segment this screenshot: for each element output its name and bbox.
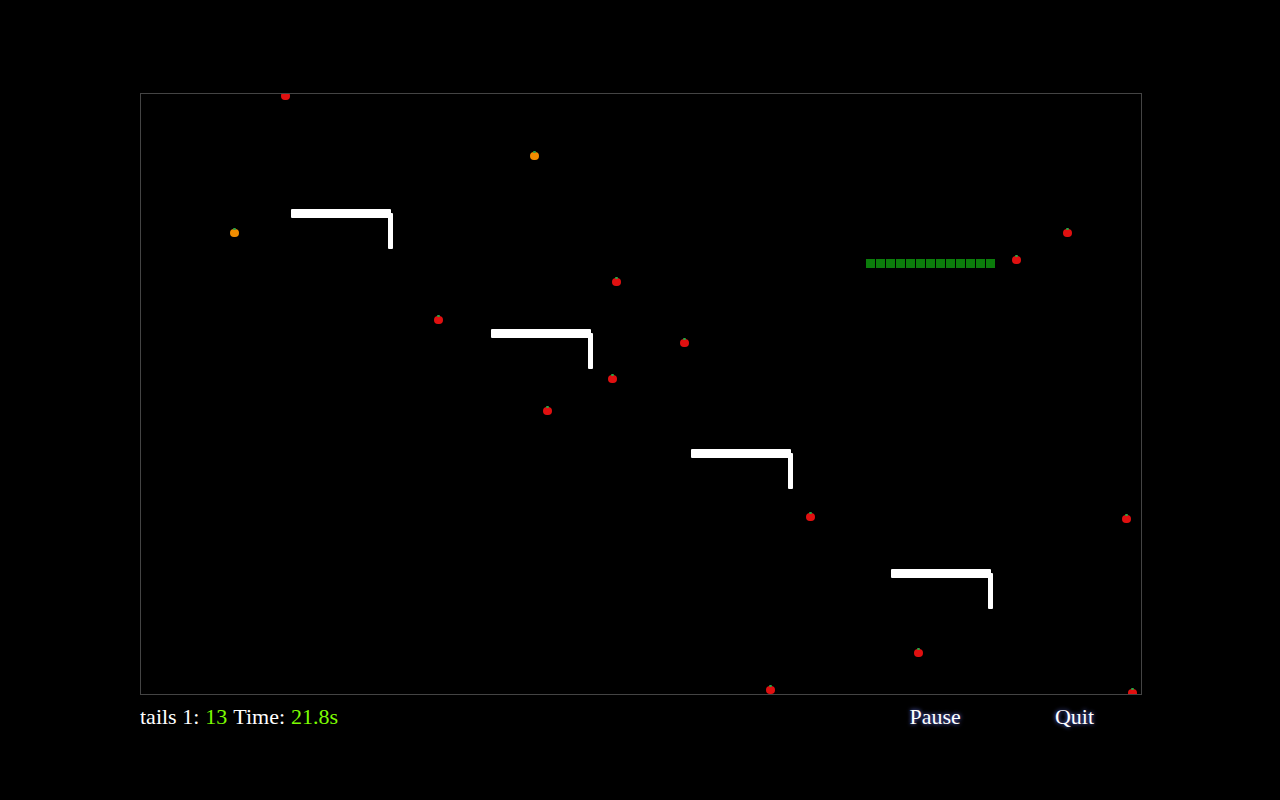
wall — [491, 329, 591, 338]
quit-button[interactable]: Quit — [1055, 699, 1094, 735]
tails-label: tails 1: — [140, 699, 199, 735]
wall — [988, 573, 993, 609]
wall — [388, 213, 393, 249]
snake-segment — [866, 259, 875, 268]
apple-icon — [1063, 228, 1072, 237]
orange-icon — [230, 228, 239, 237]
snake-segment — [886, 259, 895, 268]
snake-segment — [956, 259, 965, 268]
snake-segment — [966, 259, 975, 268]
apple-icon — [281, 93, 290, 100]
wall — [691, 449, 791, 458]
status-line: tails 1: 13 Time: 21.8s — [140, 699, 338, 735]
apple-icon — [1122, 514, 1131, 523]
apple-icon — [1012, 255, 1021, 264]
apple-icon — [612, 277, 621, 286]
time-label: Time: — [233, 699, 285, 735]
apple-icon — [434, 315, 443, 324]
wall — [588, 333, 593, 369]
snake-segment — [986, 259, 995, 268]
snake-segment — [906, 259, 915, 268]
snake-segment — [936, 259, 945, 268]
orange-icon — [530, 151, 539, 160]
snake-segment — [976, 259, 985, 268]
snake-segment — [946, 259, 955, 268]
apple-icon — [1128, 688, 1137, 695]
game-board — [140, 93, 1142, 695]
apple-icon — [543, 406, 552, 415]
snake-segment — [926, 259, 935, 268]
apple-icon — [608, 374, 617, 383]
tails-count: 13 — [205, 699, 227, 735]
snake-segment — [876, 259, 885, 268]
wall — [788, 453, 793, 489]
snake-segment — [916, 259, 925, 268]
apple-icon — [914, 648, 923, 657]
snake-segment — [896, 259, 905, 268]
pause-button[interactable]: Pause — [910, 699, 961, 735]
wall — [291, 209, 391, 218]
time-value: 21.8s — [291, 699, 338, 735]
apple-icon — [766, 685, 775, 694]
apple-icon — [806, 512, 815, 521]
wall — [891, 569, 991, 578]
apple-icon — [680, 338, 689, 347]
